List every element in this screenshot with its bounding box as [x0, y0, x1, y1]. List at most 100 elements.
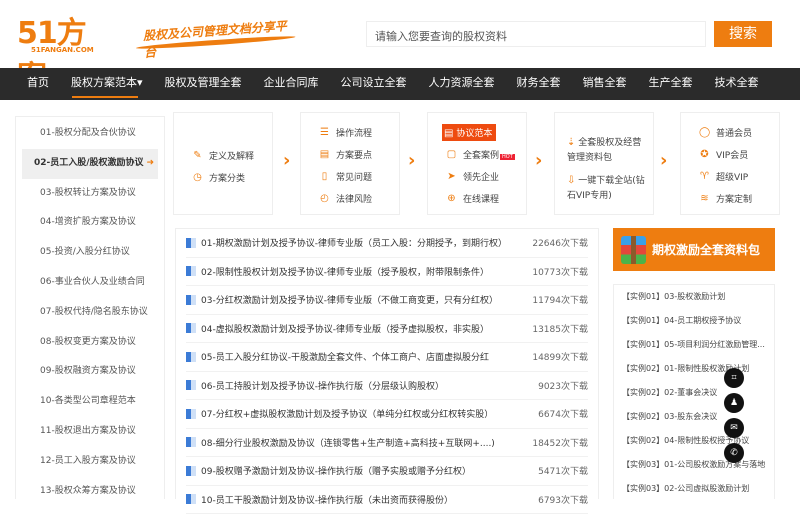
nav-tech[interactable]: 技术全套 [704, 68, 770, 100]
document-title: 08-细分行业股权激励及协议（连锁零售+生产制造+高科技+互联网+....) [201, 436, 526, 449]
case-item[interactable]: 【实例03】01-公司股权激励方案与落地 [622, 453, 766, 477]
main-nav: 首页 股权方案范本▾ 股权及管理全套 企业合同库 公司设立全套 人力资源全套 财… [0, 68, 800, 100]
bell-icon[interactable]: ♟ [724, 393, 744, 413]
document-row[interactable]: 10-员工干股激励计划及协议-操作执行版（未出资而获得股份）6793次下载 [186, 486, 588, 514]
nav-sales[interactable]: 销售全套 [572, 68, 638, 100]
sidebar-item-active[interactable]: 02-员工入股/股权激励协议➜ [22, 149, 158, 179]
download-count: 9023次下载 [538, 379, 588, 392]
link-faq[interactable]: ▯ 常见问题 [319, 170, 372, 183]
label: 方案分类 [209, 171, 245, 184]
sidebar: 01-股权分配及合伙协议 02-员工入股/股权激励协议➜ 03-股权转让方案及协… [15, 116, 165, 499]
package-banner[interactable]: 期权激励全套资料包 [613, 228, 775, 271]
sidebar-item[interactable]: 08-股权变更方案及协议 [22, 328, 158, 358]
nav-hr[interactable]: 人力资源全套 [418, 68, 506, 100]
nav-finance[interactable]: 财务全套 [506, 68, 572, 100]
label: 定义及解释 [209, 149, 254, 162]
search-input[interactable]: 请输入您要查询的股权资料 [366, 21, 706, 47]
label: 协议范本 [456, 129, 492, 139]
document-row[interactable]: 06-员工持股计划及授予协议-操作执行版（分层级认购股权）9023次下载 [186, 372, 588, 401]
case-item[interactable]: 【实例02】01-限制性股权激励计划 [622, 357, 766, 381]
link-leading-companies[interactable]: ➤领先企业 [446, 170, 499, 183]
sidebar-item[interactable]: 12-员工入股方案及协议 [22, 447, 158, 477]
download-icon: ⇩ [567, 175, 575, 186]
case-item[interactable]: 【实例03】02-公司虚拟股激励计划 [622, 477, 766, 501]
document-title: 02-限制性股权计划及授予协议-律师专业版（授予股权，附带限制条件） [201, 265, 526, 278]
sidebar-item[interactable]: 05-投资/入股分红协议 [22, 238, 158, 268]
file-icon: ▢ [446, 149, 457, 160]
label: VIP会员 [716, 148, 748, 161]
clipboard-icon: ▤ [319, 149, 330, 160]
link-super-vip[interactable]: ♈ 超级VIP [699, 170, 748, 183]
trophy-icon: ♈ [699, 171, 710, 182]
link-agreement-templates[interactable]: ▤ 协议范本 [442, 124, 496, 141]
sidebar-item[interactable]: 03-股权转让方案及协议 [22, 179, 158, 209]
nav-company-setup[interactable]: 公司设立全套 [330, 68, 418, 100]
case-item[interactable]: 【实例02】02-董事会决议 [622, 381, 766, 405]
link-custom-plan[interactable]: ≋方案定制 [699, 192, 752, 205]
sidebar-item[interactable]: 01-股权分配及合伙协议 [22, 119, 158, 149]
link-process[interactable]: ☰操作流程 [319, 126, 372, 139]
document-row[interactable]: 01-期权激励计划及授予协议-律师专业版（员工入股：分期授予，到期行权）2264… [186, 229, 588, 258]
sidebar-item[interactable]: 09-股权融资方案及协议 [22, 357, 158, 387]
chevron-right-icon: › [660, 150, 667, 171]
document-row[interactable]: 07-分红权+虚拟股权激励计划及授予协议（单纯分红权或分红权转实股）6674次下… [186, 400, 588, 429]
case-item[interactable]: 【实例01】03-股权激励计划 [622, 285, 766, 309]
nav-contracts[interactable]: 企业合同库 [253, 68, 330, 100]
word-doc-icon [186, 466, 196, 476]
sidebar-item[interactable]: 11-股权退出方案及协议 [22, 417, 158, 447]
link-online-courses[interactable]: ⊕在线课程 [446, 192, 499, 205]
case-item[interactable]: 【实例01】05-项目利润分红激励管理... [622, 333, 766, 357]
arrow-right-icon: ➜ [146, 149, 154, 179]
scan-icon[interactable]: ⌗ [724, 368, 744, 388]
label: 普通会员 [716, 126, 752, 139]
book-icon: ▯ [319, 171, 330, 182]
link-legal-risk[interactable]: ◴法律风险 [319, 192, 372, 205]
search-button[interactable]: 搜索 [714, 21, 772, 47]
link-key-points[interactable]: ▤方案要点 [319, 148, 372, 161]
document-row[interactable]: 09-股权赠予激励计划及协议-操作执行版（赠予实股或赠予分红权）5471次下载 [186, 457, 588, 486]
chevron-right-icon: › [408, 150, 415, 171]
logo[interactable]: 51方案 51FANGAN.COM [17, 8, 107, 56]
hot-badge: HOT [500, 154, 515, 160]
word-doc-icon [186, 494, 196, 504]
link-vip[interactable]: ✪VIP会员 [699, 148, 748, 161]
link-full-package[interactable]: ⇣ 全套股权及经营管理资料包 [567, 135, 647, 166]
sidebar-item[interactable]: 04-增资扩股方案及协议 [22, 208, 158, 238]
link-download-all[interactable]: ⇩ 一键下载全站(钻石VIP专用) [567, 173, 647, 204]
word-doc-icon [186, 266, 196, 276]
sidebar-item[interactable]: 13-股权众筹方案及协议 [22, 477, 158, 507]
nav-home[interactable]: 首页 [16, 68, 60, 100]
case-item[interactable]: 【实例01】04-员工期权授予协议 [622, 309, 766, 333]
sidebar-item[interactable]: 07-股权代持/隐名股东协议 [22, 298, 158, 328]
label: 全套案例 [463, 151, 499, 161]
globe-icon: ⊕ [446, 193, 457, 204]
user-icon: ◯ [699, 127, 710, 138]
label: 方案定制 [716, 192, 752, 205]
download-count: 11794次下载 [532, 293, 588, 306]
document-row[interactable]: 05-员工入股分红协议-干股激励全套文件、个体工商户、店面虚拟股分红14899次… [186, 343, 588, 372]
link-member[interactable]: ◯ 普通会员 [699, 126, 752, 139]
nav-equity-templates[interactable]: 股权方案范本▾ [60, 68, 154, 100]
card-process: ☰操作流程 ▤方案要点 ▯ 常见问题 ◴法律风险 [300, 112, 400, 215]
sidebar-item[interactable]: 06-事业合伙人及业绩合同 [22, 268, 158, 298]
link-definition[interactable]: ✎定义及解释 [192, 149, 254, 162]
link-categories[interactable]: ◷方案分类 [192, 171, 245, 184]
nav-equity-management[interactable]: 股权及管理全套 [154, 68, 253, 100]
label: 超级VIP [716, 170, 748, 183]
sidebar-item[interactable]: 10-各类型公司章程范本 [22, 387, 158, 417]
label: 常见问题 [336, 170, 372, 183]
label: 法律风险 [336, 192, 372, 205]
nav-production[interactable]: 生产全套 [638, 68, 704, 100]
phone-icon[interactable]: ✆ [724, 443, 744, 463]
case-item[interactable]: 【实例02】03-股东会决议 [622, 405, 766, 429]
archive-icon [621, 236, 646, 264]
word-doc-icon [186, 238, 196, 248]
chat-icon[interactable]: ✉ [724, 418, 744, 438]
document-row[interactable]: 08-细分行业股权激励及协议（连锁零售+生产制造+高科技+互联网+....)18… [186, 429, 588, 458]
document-row[interactable]: 02-限制性股权计划及授予协议-律师专业版（授予股权，附带限制条件）10773次… [186, 258, 588, 287]
case-item[interactable]: 【实例02】04-限制性股权授予协议 [622, 429, 766, 453]
link-full-cases[interactable]: ▢ 全套案例HOT [446, 148, 515, 161]
document-row[interactable]: 04-虚拟股权激励计划及授予协议-律师专业版（授予虚拟股权，非实股）13185次… [186, 315, 588, 344]
list-icon: ☰ [319, 127, 330, 138]
document-row[interactable]: 03-分红权激励计划及授予协议-律师专业版（不做工商变更，只有分红权）11794… [186, 286, 588, 315]
